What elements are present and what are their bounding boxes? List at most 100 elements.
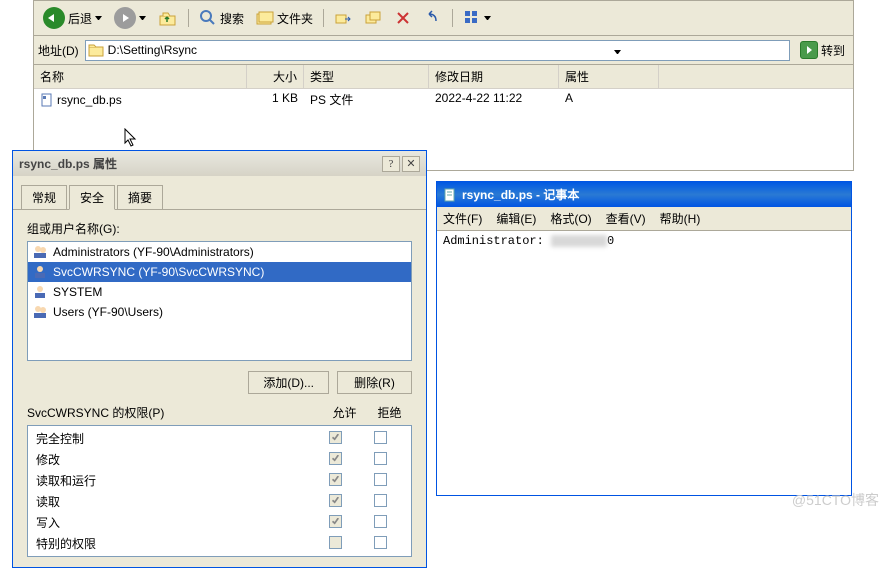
menu-format[interactable]: 格式(O)	[550, 210, 591, 227]
deny-checkbox[interactable]	[374, 515, 387, 528]
folder-up-icon	[158, 8, 178, 28]
views-button[interactable]	[458, 6, 496, 30]
allow-header: 允许	[322, 404, 367, 421]
file-attr: A	[559, 90, 659, 109]
address-value: D:\Setting\Rsync	[108, 43, 448, 57]
content-suffix: 0	[607, 234, 614, 248]
permission-row: 修改	[28, 449, 411, 470]
close-button[interactable]: ✕	[402, 156, 420, 172]
permission-row: 完全控制	[28, 428, 411, 449]
deny-header: 拒绝	[367, 404, 412, 421]
col-attr[interactable]: 属性	[559, 65, 659, 88]
go-button[interactable]: 转到	[796, 39, 849, 61]
back-button[interactable]: 后退	[38, 4, 107, 32]
chevron-down-icon[interactable]	[95, 16, 102, 20]
menu-file[interactable]: 文件(F)	[443, 210, 482, 227]
search-icon	[199, 9, 217, 27]
deny-checkbox[interactable]	[374, 431, 387, 444]
properties-dialog: rsync_db.ps 属性 ? ✕ 常规 安全 摘要 组或用户名称(G): A…	[12, 150, 427, 568]
allow-checkbox[interactable]	[329, 431, 342, 444]
permission-row: 特别的权限	[28, 533, 411, 554]
notepad-icon	[443, 188, 457, 202]
folder-icon	[88, 42, 104, 58]
folders-button[interactable]: 文件夹	[251, 6, 318, 30]
permission-row: 读取	[28, 491, 411, 512]
go-label: 转到	[821, 42, 845, 59]
allow-checkbox[interactable]	[329, 515, 342, 528]
properties-titlebar[interactable]: rsync_db.ps 属性 ? ✕	[13, 151, 426, 176]
back-label: 后退	[68, 10, 92, 27]
permission-name: 读取和运行	[36, 472, 313, 489]
allow-checkbox[interactable]	[329, 473, 342, 486]
permission-row: 读取和运行	[28, 470, 411, 491]
address-bar: 地址(D) D:\Setting\Rsync 转到	[34, 36, 853, 65]
separator	[452, 9, 453, 27]
deny-checkbox[interactable]	[374, 473, 387, 486]
separator	[323, 9, 324, 27]
col-date[interactable]: 修改日期	[429, 65, 559, 88]
add-button[interactable]: 添加(D)...	[248, 371, 329, 394]
user-list[interactable]: Administrators (YF-90\Administrators) Sv…	[27, 241, 412, 361]
allow-checkbox[interactable]	[329, 452, 342, 465]
file-type: PS 文件	[304, 90, 429, 109]
user-item[interactable]: SYSTEM	[28, 282, 411, 302]
permission-name: 写入	[36, 514, 313, 531]
notepad-menubar: 文件(F) 编辑(E) 格式(O) 查看(V) 帮助(H)	[437, 207, 851, 231]
col-name[interactable]: 名称	[34, 65, 247, 88]
search-button[interactable]: 搜索	[194, 6, 249, 30]
undo-button[interactable]	[419, 6, 447, 30]
permission-name: 特别的权限	[36, 535, 313, 552]
col-size[interactable]: 大小	[247, 65, 304, 88]
explorer-window: 后退 搜索 文件夹 地址(D)	[33, 0, 854, 171]
chevron-down-icon[interactable]	[139, 16, 146, 20]
redacted-text	[551, 235, 607, 247]
user-item[interactable]: Users (YF-90\Users)	[28, 302, 411, 322]
up-button[interactable]	[153, 5, 183, 31]
tab-security[interactable]: 安全	[69, 185, 115, 210]
notepad-window: rsync_db.ps - 记事本 文件(F) 编辑(E) 格式(O) 查看(V…	[436, 181, 852, 496]
move-to-button[interactable]	[329, 6, 357, 30]
tab-summary[interactable]: 摘要	[117, 185, 163, 210]
col-type[interactable]: 类型	[304, 65, 429, 88]
permissions-for-label: SvcCWRSYNC 的权限(P)	[27, 404, 322, 421]
deny-checkbox[interactable]	[374, 452, 387, 465]
menu-view[interactable]: 查看(V)	[606, 210, 646, 227]
permission-name: 修改	[36, 451, 313, 468]
file-row[interactable]: rsync_db.ps 1 KB PS 文件 2022-4-22 11:22 A	[34, 89, 853, 110]
allow-checkbox[interactable]	[329, 494, 342, 507]
deny-checkbox[interactable]	[374, 494, 387, 507]
user-item[interactable]: SvcCWRSYNC (YF-90\SvcCWRSYNC)	[28, 262, 411, 282]
remove-button[interactable]: 删除(R)	[337, 371, 412, 394]
chevron-down-icon[interactable]	[484, 16, 491, 20]
menu-help[interactable]: 帮助(H)	[660, 210, 701, 227]
notepad-content[interactable]: Administrator: 0	[437, 231, 851, 251]
notepad-title: rsync_db.ps - 记事本	[462, 186, 579, 203]
user-icon	[32, 284, 48, 300]
views-icon	[463, 9, 481, 27]
folders-label: 文件夹	[277, 10, 313, 27]
deny-checkbox[interactable]	[374, 536, 387, 549]
address-input[interactable]: D:\Setting\Rsync	[85, 40, 790, 61]
forward-button[interactable]	[109, 4, 151, 32]
help-button[interactable]: ?	[382, 156, 400, 172]
content-prefix: Administrator:	[443, 234, 544, 248]
tab-general[interactable]: 常规	[21, 185, 67, 210]
file-date: 2022-4-22 11:22	[429, 90, 559, 109]
copy-to-button[interactable]	[359, 6, 387, 30]
folders-icon	[256, 9, 274, 27]
group-icon	[32, 304, 48, 320]
properties-body: 组或用户名称(G): Administrators (YF-90\Adminis…	[13, 210, 426, 567]
watermark: @51CTO博客	[792, 490, 879, 510]
permission-row: 写入	[28, 512, 411, 533]
notepad-titlebar[interactable]: rsync_db.ps - 记事本	[437, 182, 851, 207]
user-item[interactable]: Administrators (YF-90\Administrators)	[28, 242, 411, 262]
permissions-list: 完全控制修改读取和运行读取写入特别的权限	[27, 425, 412, 557]
menu-edit[interactable]: 编辑(E)	[496, 210, 536, 227]
go-icon	[800, 41, 818, 59]
explorer-toolbar: 后退 搜索 文件夹	[34, 1, 853, 36]
tabs: 常规 安全 摘要	[13, 176, 426, 210]
allow-checkbox[interactable]	[329, 536, 342, 549]
delete-button[interactable]	[389, 6, 417, 30]
user-icon	[32, 264, 48, 280]
address-dropdown[interactable]	[447, 43, 787, 57]
